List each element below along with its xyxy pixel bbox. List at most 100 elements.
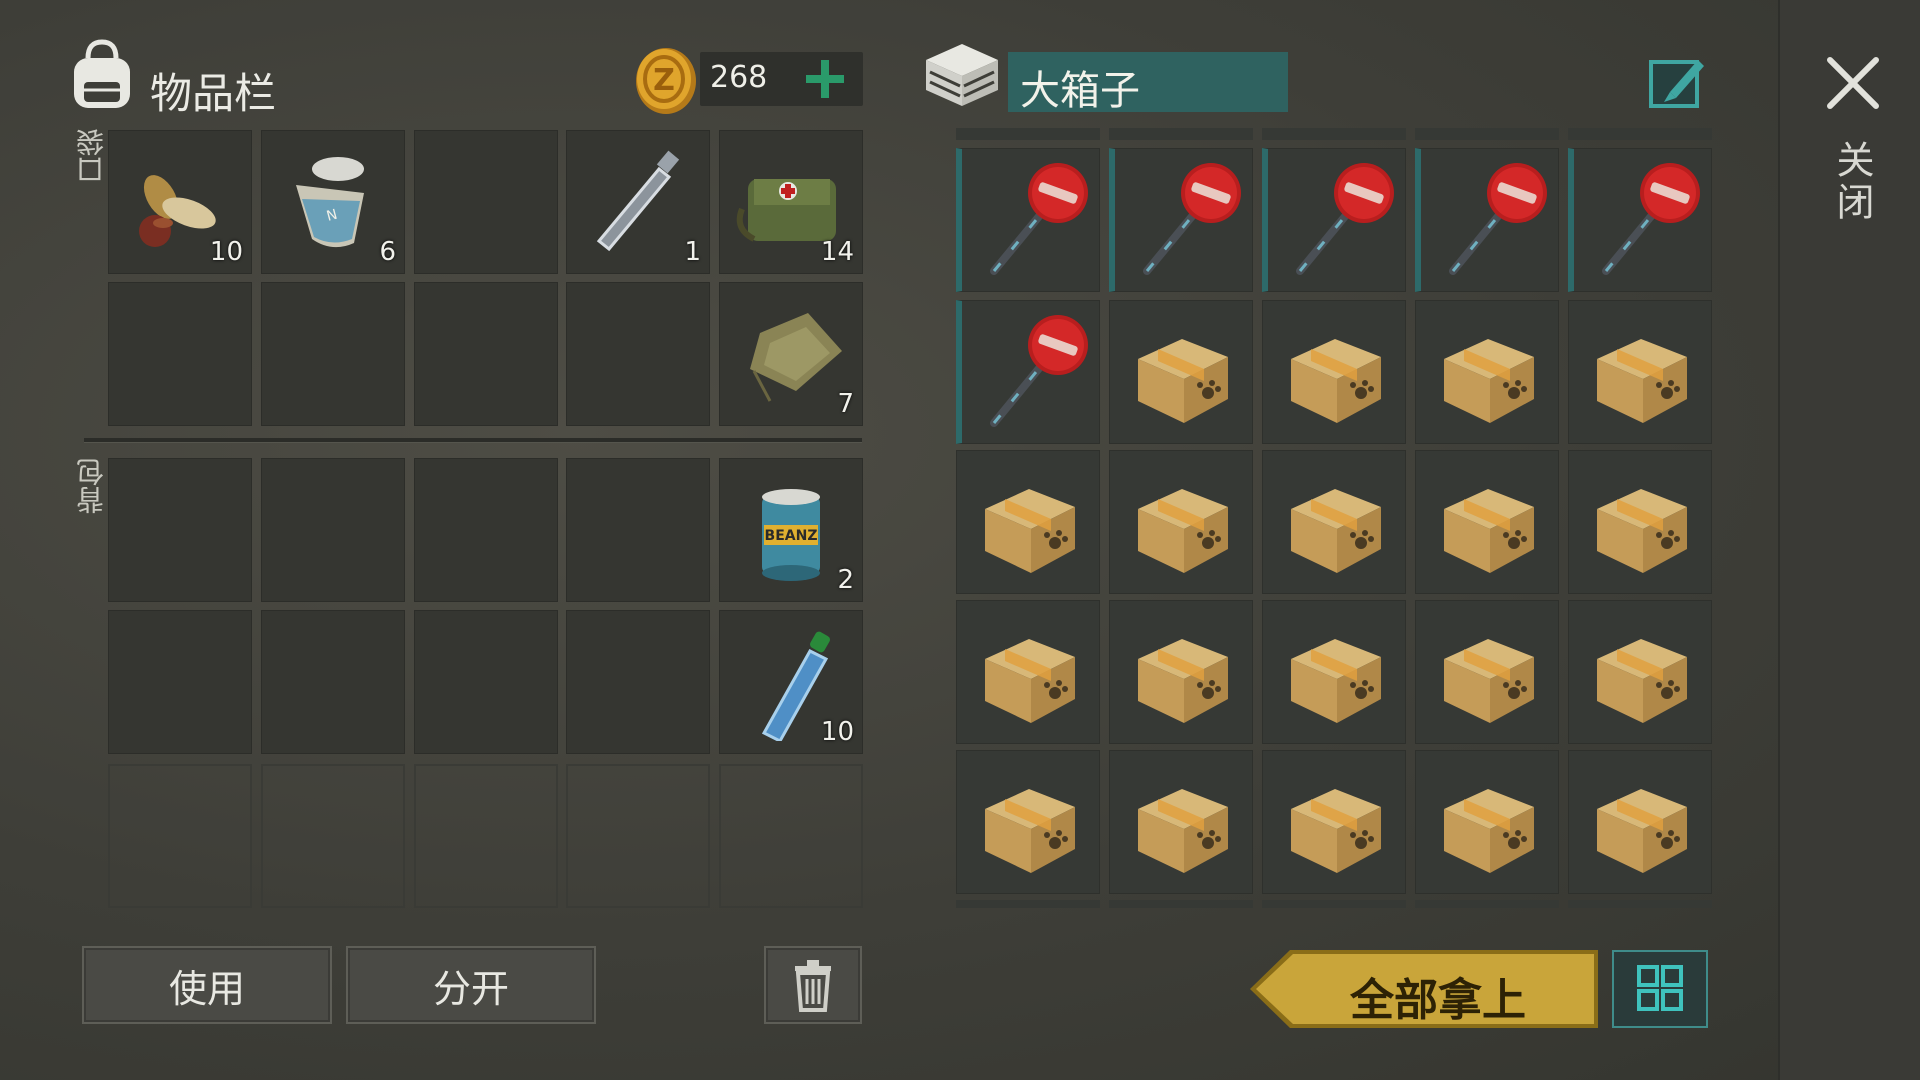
trash-icon <box>795 960 831 1012</box>
chest-slot[interactable] <box>1109 300 1253 444</box>
cardboard-box-icon <box>1597 339 1687 423</box>
backpack-slot[interactable]: BEANZ 2 <box>719 458 863 602</box>
backpack-slot[interactable] <box>108 458 252 602</box>
coin-icon: Z <box>636 48 696 114</box>
stop-sign-icon <box>1143 163 1241 275</box>
chest-icon <box>926 44 998 106</box>
locked-slot <box>719 764 863 908</box>
chest-slot[interactable] <box>1262 300 1406 444</box>
pocket-slot[interactable] <box>261 282 405 426</box>
plastic-bottle-empty-icon <box>596 150 680 252</box>
pocket-slot[interactable] <box>108 282 252 426</box>
backpack-slot[interactable] <box>261 458 405 602</box>
chest-scroll-bottom <box>956 900 1712 908</box>
cardboard-box-icon <box>1138 339 1228 423</box>
canned-food-open-icon: N <box>296 157 364 248</box>
chest-slot[interactable] <box>956 450 1100 594</box>
chest-slot[interactable] <box>1262 600 1406 744</box>
cardboard-box-icon <box>1138 489 1228 573</box>
chest-slot[interactable] <box>1568 450 1712 594</box>
cardboard-box-icon <box>1291 639 1381 723</box>
chest-slot[interactable] <box>1109 750 1253 894</box>
item-count: 7 <box>837 389 854 419</box>
backpack-slot[interactable] <box>414 610 558 754</box>
pocket-slot[interactable] <box>414 130 558 274</box>
chest-slot[interactable] <box>956 300 1100 444</box>
item-count: 1 <box>684 237 701 267</box>
backpack-slot[interactable] <box>414 458 558 602</box>
item-count: 2 <box>837 565 854 595</box>
backpack-slot[interactable]: 10 <box>719 610 863 754</box>
chest-slot[interactable] <box>1262 148 1406 292</box>
chest-slot[interactable] <box>1262 450 1406 594</box>
backpack-slot[interactable] <box>566 610 710 754</box>
cardboard-box-icon <box>1597 789 1687 873</box>
close-icon[interactable] <box>1822 52 1884 114</box>
chest-slot[interactable] <box>1109 600 1253 744</box>
chest-slot[interactable] <box>1262 750 1406 894</box>
backpack-slot[interactable] <box>261 610 405 754</box>
chest-slot[interactable] <box>1568 300 1712 444</box>
cardboard-box-icon <box>1597 489 1687 573</box>
chest-slot[interactable] <box>1109 450 1253 594</box>
grid-icon <box>1637 965 1683 1011</box>
item-count: 6 <box>379 237 396 267</box>
stop-sign-icon <box>990 163 1088 275</box>
chest-slot[interactable] <box>1415 450 1559 594</box>
split-button[interactable]: 分开 <box>346 946 596 1024</box>
take-all-label: 全部拿上 <box>1350 975 1526 1026</box>
chest-slot[interactable] <box>1568 750 1712 894</box>
chest-slot[interactable] <box>1109 148 1253 292</box>
cardboard-box-icon <box>1597 639 1687 723</box>
svg-text:Z: Z <box>653 63 675 98</box>
use-button[interactable]: 使用 <box>82 946 332 1024</box>
item-count: 10 <box>820 717 854 747</box>
cardboard-box-icon <box>1444 489 1534 573</box>
chest-slot[interactable] <box>956 148 1100 292</box>
cardboard-box-icon <box>985 639 1075 723</box>
item-count: 10 <box>209 237 243 267</box>
cardboard-box-icon <box>1291 339 1381 423</box>
pocket-slot[interactable]: 14 <box>719 130 863 274</box>
svg-text:BEANZ: BEANZ <box>765 528 818 544</box>
stop-sign-icon <box>1449 163 1547 275</box>
grid-view-button[interactable] <box>1612 950 1708 1028</box>
cardboard-box-icon <box>1444 639 1534 723</box>
pocket-slot[interactable]: 7 <box>719 282 863 426</box>
cardboard-box-icon <box>1138 789 1228 873</box>
backpack-label: 背包 <box>75 458 108 514</box>
stop-sign-icon <box>1602 163 1700 275</box>
cardboard-box-icon <box>1444 789 1534 873</box>
cardboard-box-icon <box>1291 489 1381 573</box>
close-label[interactable]: 关闭 <box>1828 140 1880 224</box>
chest-slot[interactable] <box>956 600 1100 744</box>
item-count: 14 <box>820 237 854 267</box>
chest-slot[interactable] <box>1415 750 1559 894</box>
pocket-slot[interactable]: N6 <box>261 130 405 274</box>
pocket-slot[interactable] <box>566 282 710 426</box>
cardboard-box-icon <box>1291 789 1381 873</box>
chest-slot[interactable] <box>1415 300 1559 444</box>
pocket-slot[interactable]: 1 <box>566 130 710 274</box>
chest-slot[interactable] <box>1568 148 1712 292</box>
cardboard-box-icon <box>985 789 1075 873</box>
backpack-icon <box>74 39 130 108</box>
pocket-slot[interactable]: 10 <box>108 130 252 274</box>
pocket-label: 口袋 <box>75 128 108 184</box>
chest-title: 大箱子 <box>1020 68 1140 114</box>
plus-icon[interactable] <box>800 54 850 104</box>
chest-slot[interactable] <box>956 750 1100 894</box>
edit-icon[interactable] <box>1648 54 1708 110</box>
backpack-slot[interactable] <box>108 610 252 754</box>
trash-button[interactable] <box>764 946 862 1024</box>
chest-slot[interactable] <box>1415 600 1559 744</box>
cardboard-box-icon <box>985 489 1075 573</box>
coin-amount: 268 <box>710 60 768 95</box>
pocket-slot[interactable] <box>414 282 558 426</box>
backpack-slot[interactable] <box>566 458 710 602</box>
chest-slot[interactable] <box>1415 148 1559 292</box>
chest-slot[interactable] <box>1568 600 1712 744</box>
cardboard-box-icon <box>1138 639 1228 723</box>
locked-slot <box>261 764 405 908</box>
locked-slot <box>566 764 710 908</box>
